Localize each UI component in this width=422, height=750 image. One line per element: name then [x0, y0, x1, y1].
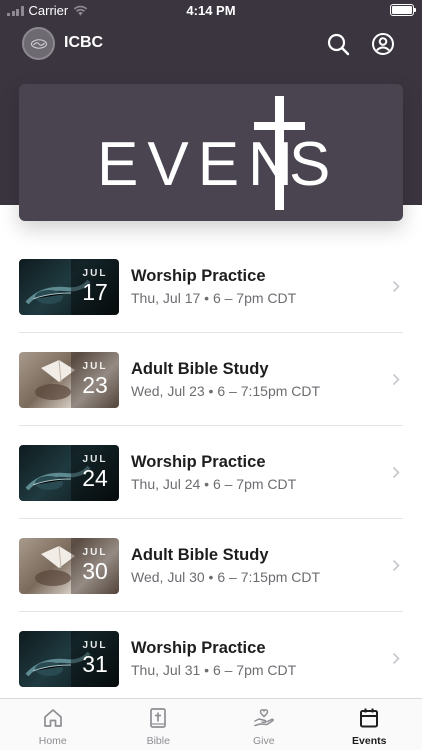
event-title: Adult Bible Study	[131, 360, 269, 378]
tab-bible[interactable]: Bible	[106, 699, 212, 750]
event-day: 17	[82, 279, 108, 305]
event-title: Worship Practice	[131, 267, 266, 285]
church-logo[interactable]	[22, 27, 55, 60]
event-month: JUL	[82, 361, 108, 372]
app-title: ICBC	[64, 34, 104, 51]
logo-mark-icon	[30, 38, 47, 49]
event-row[interactable]: JUL 24 Worship Practice Thu, Jul 24 • 6 …	[0, 426, 422, 519]
event-title: Worship Practice	[131, 639, 266, 657]
event-thumbnail: JUL 30	[19, 538, 119, 594]
chevron-right-icon	[392, 559, 400, 572]
chevron-right-icon	[392, 466, 400, 479]
event-title: Adult Bible Study	[131, 546, 269, 564]
status-time: 4:14 PM	[186, 3, 236, 18]
event-row[interactable]: JUL 17 Worship Practice Thu, Jul 17 • 6 …	[0, 240, 422, 333]
event-month: JUL	[82, 268, 108, 279]
event-datetime: Thu, Jul 17 • 6 – 7pm CDT	[131, 290, 297, 306]
event-day: 24	[82, 465, 108, 491]
tab-label: Home	[38, 735, 67, 747]
tab-label: Bible	[146, 735, 170, 747]
chevron-right-icon	[392, 652, 400, 665]
tab-give[interactable]: Give	[211, 699, 317, 750]
event-month: JUL	[82, 454, 108, 465]
tab-bar: Home Bible Give Events	[0, 698, 422, 750]
event-datetime: Thu, Jul 24 • 6 – 7pm CDT	[131, 476, 297, 492]
chevron-right-icon	[392, 280, 400, 293]
tab-home[interactable]: Home	[0, 699, 106, 750]
event-list: JUL 17 Worship Practice Thu, Jul 17 • 6 …	[0, 240, 422, 705]
app-header: ICBC	[0, 26, 422, 62]
home-icon	[43, 709, 62, 727]
give-icon	[254, 708, 274, 727]
event-row[interactable]: JUL 30 Adult Bible Study Wed, Jul 30 • 6…	[0, 519, 422, 612]
event-day: 23	[82, 372, 108, 398]
event-thumbnail: JUL 31	[19, 631, 119, 687]
tab-label: Events	[352, 735, 387, 747]
event-row[interactable]: JUL 31 Worship Practice Thu, Jul 31 • 6 …	[0, 612, 422, 705]
events-banner-art: EVEN S	[97, 96, 330, 210]
cross-icon	[275, 96, 284, 210]
event-thumbnail: JUL 24	[19, 445, 119, 501]
event-datetime: Wed, Jul 23 • 6 – 7:15pm CDT	[131, 383, 321, 399]
search-icon[interactable]	[326, 32, 350, 56]
event-month: JUL	[82, 547, 108, 558]
banner-text-right: S	[289, 130, 330, 199]
event-title: Worship Practice	[131, 453, 266, 471]
status-bar: Carrier 4:14 PM	[0, 0, 422, 22]
calendar-icon	[360, 708, 379, 728]
account-icon[interactable]	[371, 32, 395, 56]
bible-icon	[150, 708, 167, 728]
event-thumbnail: JUL 23	[19, 352, 119, 408]
event-row[interactable]: JUL 23 Adult Bible Study Wed, Jul 23 • 6…	[0, 333, 422, 426]
event-datetime: Thu, Jul 31 • 6 – 7pm CDT	[131, 662, 297, 678]
chevron-right-icon	[392, 373, 400, 386]
event-day: 31	[82, 651, 108, 677]
event-day: 30	[82, 558, 108, 584]
banner-text-left: EVEN	[97, 130, 302, 199]
tab-label: Give	[252, 735, 275, 747]
event-datetime: Wed, Jul 30 • 6 – 7:15pm CDT	[131, 569, 321, 585]
battery-icon	[390, 4, 416, 16]
events-banner: EVEN S	[19, 84, 403, 221]
event-month: JUL	[82, 640, 108, 651]
tab-events[interactable]: Events	[317, 699, 422, 750]
event-thumbnail: JUL 17	[19, 259, 119, 315]
